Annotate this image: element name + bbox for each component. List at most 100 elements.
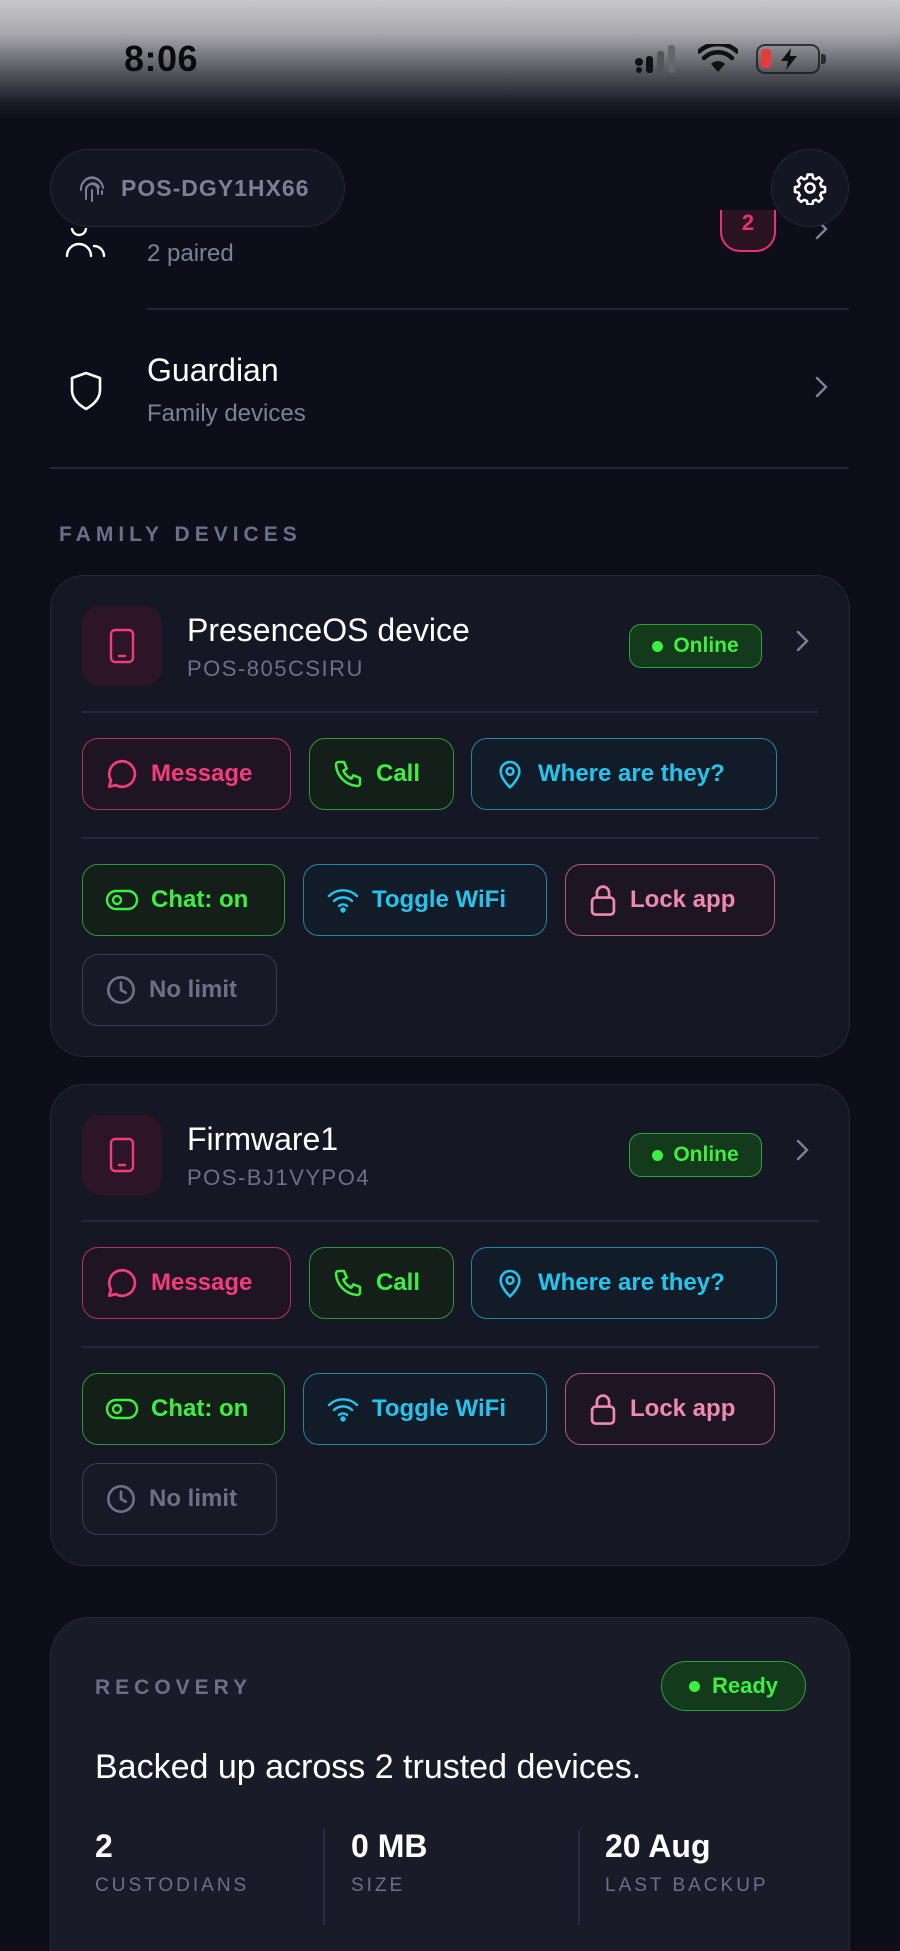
users-icon — [65, 228, 106, 258]
toggle-wifi-button[interactable]: Toggle WiFi — [303, 864, 547, 936]
locate-button[interactable]: Where are they? — [471, 1247, 777, 1319]
battery-icon — [756, 44, 826, 74]
count-badge: 2 — [720, 210, 776, 252]
button-label: Message — [151, 760, 253, 787]
message-button[interactable]: Message — [82, 738, 291, 810]
status-badge: Online — [629, 1133, 762, 1177]
status-label: Ready — [711, 1673, 779, 1698]
clock-icon — [107, 976, 135, 1004]
lock-app-button[interactable]: Lock app — [565, 864, 775, 936]
button-label: Call — [376, 1269, 421, 1296]
gear-icon — [793, 173, 827, 205]
status-dot — [688, 1680, 700, 1692]
call-button[interactable]: Call — [309, 1247, 454, 1319]
clock-icon — [107, 1485, 135, 1513]
lock-icon — [590, 885, 616, 916]
status-badge: Online — [629, 624, 762, 668]
toggle-wifi-button[interactable]: Toggle WiFi — [303, 1373, 547, 1445]
device-id-text: POS-DGY1HX66 — [121, 174, 310, 201]
toggle-on-icon — [105, 889, 139, 911]
settings-button[interactable] — [771, 149, 849, 227]
section-title: FAMILY DEVICES — [59, 523, 302, 546]
button-label: No limit — [149, 976, 237, 1003]
fingerprint-icon — [79, 176, 104, 202]
chevron-right-icon[interactable] — [793, 630, 813, 656]
button-label: Lock app — [630, 886, 736, 913]
smartphone-icon — [109, 628, 135, 664]
button-label: Toggle WiFi — [372, 886, 506, 913]
device-id-pill[interactable]: POS-DGY1HX66 — [50, 149, 345, 227]
lock-app-button[interactable]: Lock app — [565, 1373, 775, 1445]
status-dot — [652, 640, 664, 652]
message-icon — [107, 759, 137, 789]
count-badge-text: 2 — [741, 210, 755, 235]
divider — [82, 1346, 819, 1348]
device-avatar — [82, 1115, 162, 1195]
stat-label: SIZE — [351, 1875, 406, 1896]
chat-toggle-button[interactable]: Chat: on — [82, 864, 285, 936]
device-id: POS-BJ1VYPO4 — [187, 1165, 371, 1190]
stat-last-backup: 20 Aug LAST BACKUP — [605, 1828, 769, 1897]
status-label: Online — [673, 634, 739, 657]
device-card[interactable]: PresenceOS device POS-805CSIRU Online Me… — [50, 575, 850, 1057]
button-label: Where are they? — [538, 760, 725, 787]
wifi-icon — [327, 889, 359, 913]
button-label: Chat: on — [151, 1395, 249, 1422]
time-limit-button[interactable]: No limit — [82, 1463, 277, 1535]
button-label: Where are they? — [538, 1269, 725, 1296]
map-pin-icon — [499, 760, 521, 790]
device-name: PresenceOS device — [187, 612, 470, 648]
device-id: POS-805CSIRU — [187, 656, 364, 681]
button-label: Call — [376, 760, 421, 787]
locate-button[interactable]: Where are they? — [471, 738, 777, 810]
chat-toggle-button[interactable]: Chat: on — [82, 1373, 285, 1445]
time-limit-button[interactable]: No limit — [82, 954, 277, 1026]
button-label: Lock app — [630, 1395, 736, 1422]
status-icons — [634, 44, 826, 74]
stat-value: 2 — [95, 1828, 113, 1864]
row-subtitle: 2 paired — [147, 240, 234, 267]
chevron-right-icon — [815, 376, 828, 398]
phone-icon — [334, 760, 362, 788]
toggle-on-icon — [105, 1398, 139, 1420]
wifi-icon — [327, 1398, 359, 1422]
row-title: Guardian — [147, 352, 279, 388]
button-label: Chat: on — [151, 886, 249, 913]
status-label: Online — [673, 1143, 739, 1166]
chevron-right-icon[interactable] — [793, 1139, 813, 1165]
wifi-icon — [698, 44, 738, 72]
recovery-card[interactable]: RECOVERY Ready Backed up across 2 truste… — [50, 1617, 850, 1951]
status-time: 8:06 — [124, 38, 199, 79]
stat-label: CUSTODIANS — [95, 1875, 250, 1896]
status-dot — [652, 1149, 664, 1161]
button-label: Message — [151, 1269, 253, 1296]
divider — [82, 837, 819, 839]
divider — [82, 711, 819, 713]
stat-value: 0 MB — [351, 1828, 428, 1864]
device-card[interactable]: Firmware1 POS-BJ1VYPO4 Online Message Ca… — [50, 1084, 850, 1566]
status-badge: Ready — [661, 1661, 806, 1711]
smartphone-icon — [109, 1137, 135, 1173]
app-screen: 8:06 POS-DGY1HX66 2 paired 2 Guardian Fa… — [0, 0, 900, 1951]
status-bar: 8:06 — [0, 0, 900, 120]
phone-icon — [334, 1269, 362, 1297]
divider — [50, 467, 849, 469]
cellular-signal-icon — [635, 45, 675, 73]
stat-value: 20 Aug — [605, 1828, 711, 1864]
stat-label: LAST BACKUP — [605, 1875, 769, 1896]
stat-size: 0 MB SIZE — [351, 1828, 427, 1897]
button-label: No limit — [149, 1485, 237, 1512]
divider — [82, 1220, 819, 1222]
device-name: Firmware1 — [187, 1121, 339, 1157]
stat-custodians: 2 CUSTODIANS — [95, 1828, 249, 1897]
divider — [147, 308, 849, 310]
recovery-label: RECOVERY — [95, 1676, 253, 1699]
list-row-guardian[interactable]: Guardian Family devices — [0, 340, 900, 460]
call-button[interactable]: Call — [309, 738, 454, 810]
message-button[interactable]: Message — [82, 1247, 291, 1319]
shield-icon — [70, 371, 102, 411]
row-subtitle: Family devices — [147, 400, 306, 427]
divider — [578, 1830, 580, 1925]
message-icon — [107, 1268, 137, 1298]
button-label: Toggle WiFi — [372, 1395, 506, 1422]
